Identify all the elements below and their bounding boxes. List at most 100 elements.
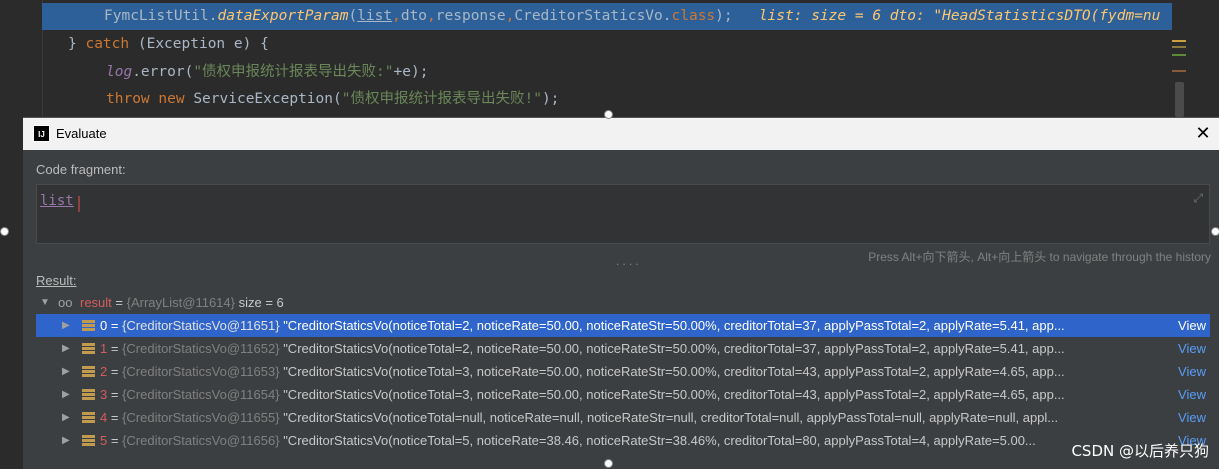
collapsed-arrow-icon[interactable]: ▶ xyxy=(62,337,70,360)
object-value: "CreditorStaticsVo(noticeTotal=2, notice… xyxy=(283,318,1065,333)
inline-debug-hint: list: size = 6 dto: "HeadStatisticsDTO(f… xyxy=(758,8,1161,24)
collapsed-arrow-icon[interactable]: ▶ xyxy=(62,360,70,383)
view-link[interactable]: View xyxy=(1178,360,1206,383)
result-tree[interactable]: ▼ oo result = {ArrayList@11614} size = 6… xyxy=(36,291,1210,469)
expanded-arrow-icon[interactable]: ▼ xyxy=(40,291,50,314)
object-value: "CreditorStaticsVo(noticeTotal=5, notice… xyxy=(283,433,1036,448)
close-button[interactable]: ✕ xyxy=(1193,123,1213,143)
code-line[interactable]: } catch (Exception e) { xyxy=(68,31,269,58)
tree-node-text: 5 = {CreditorStaticsVo@11656} "CreditorS… xyxy=(100,433,1036,448)
watch-glasses-icon: oo xyxy=(58,295,73,310)
object-address: {CreditorStaticsVo@11651} xyxy=(122,318,280,333)
code-token-arg: dto xyxy=(400,8,428,24)
tree-root-result[interactable]: ▼ oo result = {ArrayList@11614} size = 6 xyxy=(36,291,1210,314)
code-token: ); xyxy=(715,8,733,24)
result-label: Result: xyxy=(36,273,77,288)
code-token: , xyxy=(392,8,401,24)
code-token-keyword: throw xyxy=(106,91,150,107)
object-address: {CreditorStaticsVo@11653} xyxy=(122,364,280,379)
variable-name: result xyxy=(80,295,112,310)
resize-handle-bottom[interactable] xyxy=(604,459,613,468)
intellij-app-icon: IJ xyxy=(33,125,50,142)
tree-node-text: 0 = {CreditorStaticsVo@11651} "CreditorS… xyxy=(100,318,1065,333)
code-line[interactable]: log.error("债权申报统计报表导出失败:"+e); xyxy=(106,59,428,86)
tree-node-text: 4 = {CreditorStaticsVo@11655} "CreditorS… xyxy=(100,410,1059,425)
tree-node-text: 3 = {CreditorStaticsVo@11654} "CreditorS… xyxy=(100,387,1065,402)
equals-sign: = xyxy=(111,295,127,310)
code-token-string: "债权申报统计报表导出失败:" xyxy=(193,64,394,80)
object-value: "CreditorStaticsVo(noticeTotal=2, notice… xyxy=(283,341,1065,356)
resize-handle-right[interactable] xyxy=(1211,227,1219,236)
object-field-icon xyxy=(82,343,95,355)
object-address: {CreditorStaticsVo@11654} xyxy=(122,387,280,402)
tree-row-item[interactable]: ▶ 1 = {CreditorStaticsVo@11652} "Credito… xyxy=(36,337,1210,360)
code-token: } xyxy=(68,36,86,52)
view-link[interactable]: View xyxy=(1178,406,1206,429)
code-token-arg: response xyxy=(435,8,506,24)
view-link[interactable]: View xyxy=(1178,337,1206,360)
resize-handle-left[interactable] xyxy=(0,227,9,236)
tree-row-item[interactable]: ▶ 0 = {CreditorStaticsVo@11651} "Credito… xyxy=(36,314,1210,337)
code-token: , xyxy=(427,8,436,24)
code-token: ); xyxy=(541,91,560,107)
code-fragment-input[interactable]: list ⤢ xyxy=(36,184,1210,244)
code-token: (Exception e) { xyxy=(129,36,269,52)
csdn-watermark: CSDN @以后养只狗 xyxy=(1071,442,1209,460)
object-field-icon xyxy=(82,320,95,332)
code-token-keyword: new xyxy=(158,91,185,107)
code-editor[interactable]: FymcListUtil.dataExportParam(list,dto,re… xyxy=(0,0,1219,117)
dialog-title: Evaluate xyxy=(56,126,107,141)
error-stripe-marker[interactable] xyxy=(1172,70,1186,72)
code-token: +e); xyxy=(393,64,429,80)
object-value: "CreditorStaticsVo(noticeTotal=3, notice… xyxy=(283,364,1065,379)
error-stripe-marker[interactable] xyxy=(1172,40,1186,42)
code-token-arg: CreditorStaticsVo. xyxy=(514,8,672,24)
code-token-field: log xyxy=(106,64,133,80)
object-field-icon xyxy=(82,435,95,447)
history-navigation-hint: Press Alt+向下箭头, Alt+向上箭头 to navigate thr… xyxy=(868,250,1211,264)
code-line-highlighted[interactable]: FymcListUtil.dataExportParam(list,dto,re… xyxy=(42,3,1172,30)
code-token-arg: list xyxy=(357,8,393,24)
tree-row-item[interactable]: ▶ 2 = {CreditorStaticsVo@11653} "Credito… xyxy=(36,360,1210,383)
object-address: {CreditorStaticsVo@11655} xyxy=(122,410,280,425)
collapsed-arrow-icon[interactable]: ▶ xyxy=(62,429,70,452)
collapsed-arrow-icon[interactable]: ▶ xyxy=(62,406,70,429)
code-token-method: dataExportParam xyxy=(217,8,349,24)
tree-node-text: result = {ArrayList@11614} size = 6 xyxy=(80,291,1152,314)
code-token: ServiceException( xyxy=(184,91,342,107)
code-token-keyword: catch xyxy=(85,36,130,52)
code-fragment-label: Code fragment: xyxy=(36,162,126,177)
tree-node-text: 2 = {CreditorStaticsVo@11653} "CreditorS… xyxy=(100,364,1065,379)
resize-handle-top[interactable] xyxy=(604,110,613,119)
tree-row-item[interactable]: ▶ 5 = {CreditorStaticsVo@11656} "Credito… xyxy=(36,429,1210,452)
object-address: {ArrayList@11614} xyxy=(126,295,235,310)
collapsed-arrow-icon[interactable]: ▶ xyxy=(62,383,70,406)
code-token-string: "债权申报统计报表导出失败!" xyxy=(341,91,542,107)
tree-row-item[interactable]: ▶ 4 = {CreditorStaticsVo@11655} "Credito… xyxy=(36,406,1210,429)
code-token: FymcListUtil. xyxy=(104,8,218,24)
text-caret xyxy=(78,196,80,212)
object-field-icon xyxy=(82,366,95,378)
dialog-titlebar[interactable]: IJ Evaluate ✕ xyxy=(23,118,1219,150)
size-text: size = 6 xyxy=(234,295,284,310)
error-stripe-marker[interactable] xyxy=(1172,54,1186,56)
code-fragment-text: list xyxy=(40,193,74,209)
collapsed-arrow-icon[interactable]: ▶ xyxy=(62,314,70,337)
object-address: {CreditorStaticsVo@11652} xyxy=(122,341,280,356)
object-value: "CreditorStaticsVo(noticeTotal=3, notice… xyxy=(283,387,1065,402)
editor-scrollbar-thumb[interactable] xyxy=(1175,82,1184,117)
view-link[interactable]: View xyxy=(1178,314,1206,337)
object-address: {CreditorStaticsVo@11656} xyxy=(122,433,280,448)
code-token: .error( xyxy=(132,64,194,80)
expand-icon[interactable]: ⤢ xyxy=(1193,191,1203,206)
object-field-icon xyxy=(82,412,95,424)
tree-row-item[interactable]: ▶ 3 = {CreditorStaticsVo@11654} "Credito… xyxy=(36,383,1210,406)
tree-node-text: 1 = {CreditorStaticsVo@11652} "CreditorS… xyxy=(100,341,1065,356)
error-stripe-marker[interactable] xyxy=(1172,46,1186,48)
object-field-icon xyxy=(82,389,95,401)
evaluate-dialog: IJ Evaluate ✕ Code fragment: list ⤢ Pres… xyxy=(23,117,1219,469)
code-line[interactable]: throw new ServiceException("债权申报统计报表导出失败… xyxy=(106,86,559,113)
splitter-handle[interactable]: .... xyxy=(615,259,640,268)
view-link[interactable]: View xyxy=(1178,383,1206,406)
object-value: "CreditorStaticsVo(noticeTotal=null, not… xyxy=(283,410,1059,425)
